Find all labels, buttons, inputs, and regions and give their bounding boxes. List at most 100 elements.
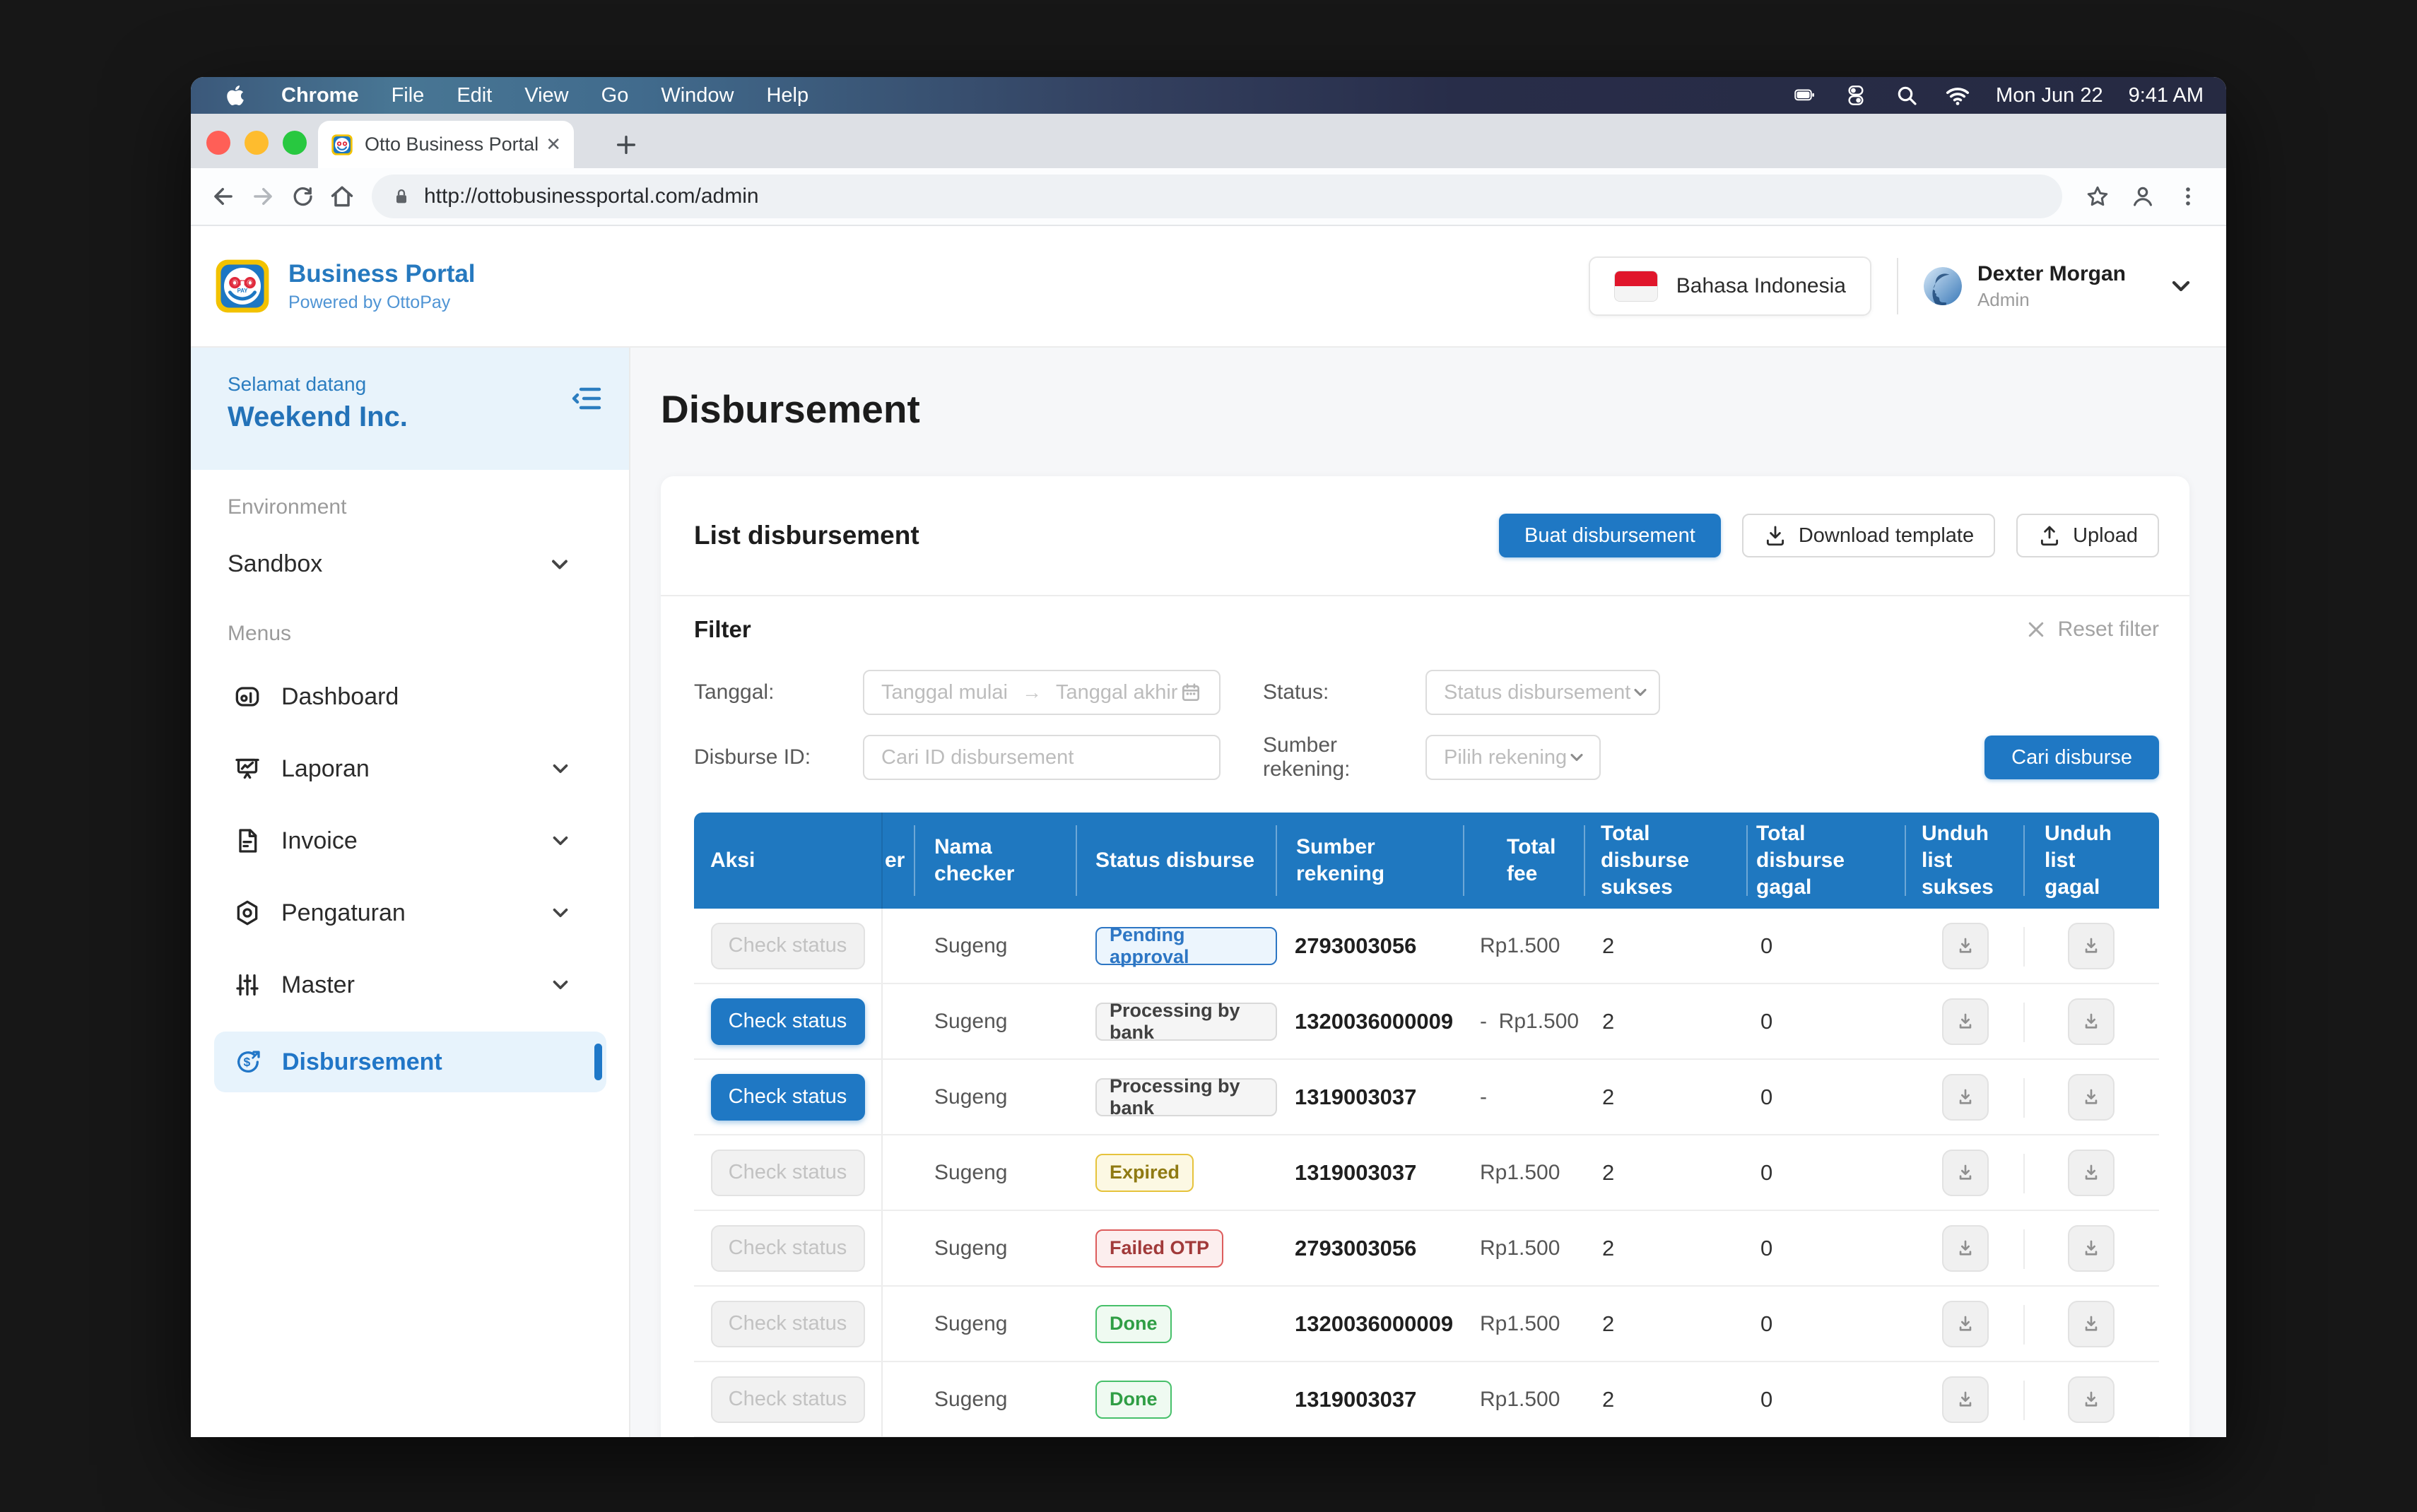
- check-status-button[interactable]: Check status: [711, 1301, 865, 1347]
- new-tab-button[interactable]: [608, 126, 645, 163]
- lock-icon[interactable]: [392, 187, 411, 206]
- download-sukses-button[interactable]: [1942, 1150, 1989, 1196]
- download-gagal-button[interactable]: [2068, 1376, 2115, 1423]
- upload-label: Upload: [2073, 524, 2138, 548]
- column-total-disburse-sukses: Total disburse sukses: [1585, 813, 1748, 909]
- profile-icon[interactable]: [2123, 177, 2163, 216]
- download-sukses-button[interactable]: [1942, 998, 1989, 1045]
- sidebar-item-pengaturan[interactable]: Pengaturan: [191, 887, 629, 938]
- sidebar-item-dashboard[interactable]: Dashboard: [191, 671, 629, 722]
- spotlight-search-icon[interactable]: [1894, 83, 1919, 108]
- browser-menu-icon[interactable]: [2168, 177, 2208, 216]
- minimize-window-button[interactable]: [245, 131, 269, 155]
- download-sukses-button[interactable]: [1942, 923, 1989, 969]
- sukses-cell: 2: [1585, 1060, 1748, 1134]
- create-disbursement-button[interactable]: Buat disbursement: [1499, 514, 1721, 557]
- download-template-button[interactable]: Download template: [1742, 514, 1995, 557]
- download-sukses-button[interactable]: [1942, 1301, 1989, 1347]
- user-avatar[interactable]: [1924, 267, 1962, 305]
- checker-cell: Sugeng: [915, 1211, 1077, 1285]
- download-gagal-button[interactable]: [2068, 1301, 2115, 1347]
- status-select[interactable]: Status disbursement: [1425, 670, 1660, 715]
- menubar-date[interactable]: Mon Jun 22: [1996, 84, 2103, 107]
- menubar-item-go[interactable]: Go: [601, 84, 629, 107]
- home-icon[interactable]: [322, 177, 362, 216]
- sidebar-item-disbursement[interactable]: $ Disbursement: [214, 1032, 606, 1092]
- disburse-id-label: Disburse ID:: [694, 745, 863, 769]
- status-badge: Done: [1095, 1305, 1172, 1343]
- wifi-icon[interactable]: [1945, 83, 1970, 108]
- back-icon[interactable]: [204, 177, 243, 216]
- user-menu-chevron-icon[interactable]: [2167, 272, 2195, 300]
- check-status-button[interactable]: Check status: [711, 1376, 865, 1423]
- disburse-id-input[interactable]: Cari ID disbursement: [863, 735, 1221, 780]
- fee-cell: - Rp1.500: [1464, 984, 1585, 1058]
- gagal-cell: 0: [1748, 1287, 1906, 1361]
- menubar-item-view[interactable]: View: [524, 84, 568, 107]
- menubar-clock[interactable]: 9:41 AM: [2129, 84, 2204, 107]
- search-disburse-button[interactable]: Cari disburse: [1984, 736, 2159, 779]
- battery-icon[interactable]: [1792, 83, 1818, 108]
- chevron-down-icon: [548, 973, 572, 997]
- download-gagal-button[interactable]: [2068, 923, 2115, 969]
- sidebar-item-invoice[interactable]: Invoice: [191, 815, 629, 866]
- download-sukses-button[interactable]: [1942, 1225, 1989, 1272]
- menubar-item-help[interactable]: Help: [766, 84, 808, 107]
- column-sumber-rekening: Sumber rekening: [1277, 813, 1464, 909]
- download-gagal-button[interactable]: [2068, 998, 2115, 1045]
- sukses-cell: 2: [1585, 984, 1748, 1058]
- desktop: Chrome File Edit View Go Window Help: [0, 0, 2417, 1512]
- tab-close-icon[interactable]: ✕: [546, 134, 561, 155]
- sukses-cell: 2: [1585, 909, 1748, 983]
- filter-title: Filter: [694, 616, 751, 643]
- control-center-icon[interactable]: [1843, 83, 1869, 108]
- disbursement-icon: $: [234, 1048, 262, 1076]
- download-gagal-button[interactable]: [2068, 1225, 2115, 1272]
- gagal-cell: 0: [1748, 1060, 1906, 1134]
- sidebar-collapse-icon[interactable]: [570, 382, 604, 415]
- tab-title: Otto Business Portal: [365, 134, 539, 155]
- check-status-button[interactable]: Check status: [711, 998, 865, 1045]
- table-row: Check status Sugeng Processing by bank 1…: [694, 1060, 2159, 1135]
- upload-button[interactable]: Upload: [2016, 514, 2159, 557]
- check-status-button[interactable]: Check status: [711, 1225, 865, 1272]
- download-sukses-button[interactable]: [1942, 1074, 1989, 1121]
- checker-cell: Sugeng: [915, 1060, 1077, 1134]
- column-unduh-list-gagal: Unduh list gagal: [2025, 813, 2157, 909]
- download-gagal-button[interactable]: [2068, 1074, 2115, 1121]
- sidebar-item-laporan[interactable]: Laporan: [191, 743, 629, 794]
- bookmark-star-icon[interactable]: [2078, 177, 2117, 216]
- rekening-cell: 1319003037: [1277, 1060, 1464, 1134]
- check-status-button[interactable]: Check status: [711, 1074, 865, 1121]
- forward-icon[interactable]: [243, 177, 283, 216]
- fee-cell: -: [1464, 1060, 1585, 1134]
- download-sukses-button[interactable]: [1942, 1376, 1989, 1423]
- company-name: Weekend Inc.: [228, 401, 629, 433]
- brand[interactable]: OTTOPAY Business Portal Powered by OttoP…: [215, 257, 476, 315]
- svg-text:$: $: [243, 1055, 250, 1069]
- menubar-item-file[interactable]: File: [392, 84, 425, 107]
- menubar-item-edit[interactable]: Edit: [457, 84, 492, 107]
- check-status-button[interactable]: Check status: [711, 923, 865, 969]
- sidebar-welcome-panel: Selamat datang Weekend Inc.: [191, 348, 629, 470]
- url-bar[interactable]: http://ottobusinessportal.com/admin: [372, 175, 2062, 218]
- browser-window: Chrome File Edit View Go Window Help: [191, 77, 2226, 1437]
- reload-icon[interactable]: [283, 177, 322, 216]
- close-window-button[interactable]: [206, 131, 230, 155]
- check-status-button[interactable]: Check status: [711, 1150, 865, 1196]
- rekening-select[interactable]: Pilih rekening: [1425, 735, 1601, 780]
- gagal-cell: 0: [1748, 984, 1906, 1058]
- apple-logo-icon[interactable]: [226, 83, 250, 107]
- menubar-item-chrome[interactable]: Chrome: [281, 84, 359, 107]
- environment-selector[interactable]: Sandbox: [191, 550, 629, 578]
- sidebar-item-master[interactable]: Master: [191, 959, 629, 1010]
- download-gagal-button[interactable]: [2068, 1150, 2115, 1196]
- date-range-input[interactable]: Tanggal mulai → Tanggal akhir: [863, 670, 1221, 715]
- menubar-item-window[interactable]: Window: [661, 84, 734, 107]
- rekening-cell: 2793003056: [1277, 909, 1464, 983]
- reset-filter-button[interactable]: Reset filter: [2025, 618, 2159, 642]
- disburse-id-placeholder: Cari ID disbursement: [881, 746, 1074, 769]
- language-selector[interactable]: Bahasa Indonesia: [1589, 256, 1871, 316]
- browser-tab[interactable]: Otto Business Portal ✕: [318, 121, 574, 168]
- zoom-window-button[interactable]: [283, 131, 307, 155]
